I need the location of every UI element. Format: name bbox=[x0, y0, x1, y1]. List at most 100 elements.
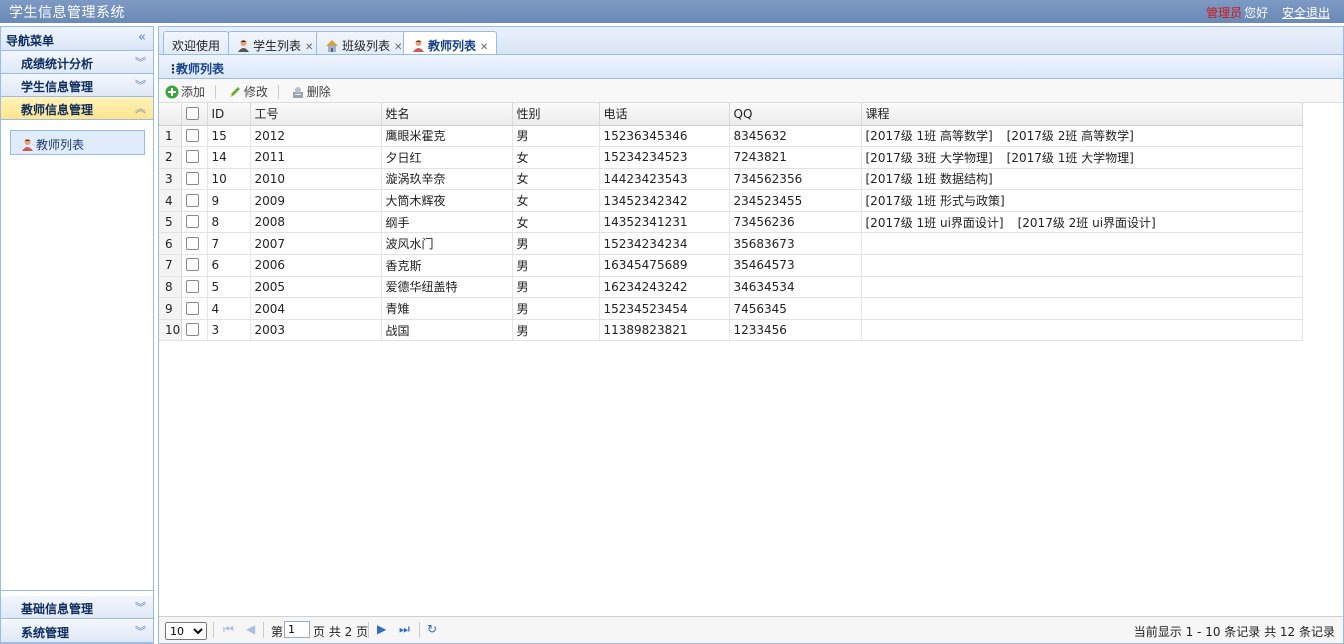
row-checkbox[interactable] bbox=[185, 323, 199, 337]
last-page-icon[interactable]: ⏭ bbox=[399, 622, 410, 637]
prev-page-icon[interactable]: ◀ bbox=[246, 622, 255, 636]
row-checkbox[interactable] bbox=[185, 279, 199, 293]
nav-group-teacher-info[interactable]: 教师信息管理 ︽ bbox=[1, 97, 153, 120]
nav-group-student-info[interactable]: 学生信息管理 ︾ bbox=[1, 74, 153, 97]
cell-name: 爱德华纽盖特 bbox=[381, 276, 513, 299]
select-all-header bbox=[181, 103, 208, 126]
edit-button[interactable]: 修改 bbox=[228, 83, 268, 102]
page-number-input[interactable] bbox=[284, 621, 310, 638]
row-checkbox[interactable] bbox=[185, 258, 199, 272]
tab-label: 教师列表 bbox=[428, 39, 477, 53]
cell-phone: 14423423543 bbox=[599, 168, 730, 191]
chevron-double-down-icon[interactable]: ︾ bbox=[135, 623, 146, 639]
column-header-number[interactable]: 工号 bbox=[250, 103, 382, 126]
chevron-double-down-icon[interactable]: ︾ bbox=[135, 599, 146, 615]
column-header-qq[interactable]: QQ bbox=[729, 103, 862, 126]
nav-group-score-analysis[interactable]: 成绩统计分析 ︾ bbox=[1, 51, 153, 74]
main-area: 欢迎使用 学生列表 ✕ 班级列表 ✕ 教师列表 ✕ ⋮教师列表 添加 修改 删除… bbox=[158, 26, 1344, 644]
chevron-double-up-icon[interactable]: ︽ bbox=[135, 100, 146, 116]
table-row[interactable]: 5 8 2008 纲手女 14352341231 73456236 [2017级 1班 ui… bbox=[159, 211, 1303, 234]
teacher-icon bbox=[412, 39, 425, 55]
add-button[interactable]: 添加 bbox=[165, 83, 205, 102]
cell-name: 青雉 bbox=[381, 297, 513, 320]
tab-class-list[interactable]: 班级列表 ✕ bbox=[316, 31, 412, 55]
app-header: 学生信息管理系统 管理员 您好 安全退出 bbox=[0, 0, 1344, 23]
row-checkbox[interactable] bbox=[185, 171, 199, 185]
tab-welcome[interactable]: 欢迎使用 bbox=[163, 31, 230, 55]
column-header-id[interactable]: ID bbox=[207, 103, 251, 126]
cell-number: 2007 bbox=[250, 232, 382, 256]
cell-sex: 女 bbox=[512, 168, 600, 191]
cell-sex: 男 bbox=[512, 319, 600, 342]
close-icon[interactable]: ✕ bbox=[480, 42, 488, 53]
logout-link[interactable]: 安全退出 bbox=[1282, 6, 1330, 20]
cell-phone: 15234234234 bbox=[599, 232, 730, 256]
nav-group-basic-info[interactable]: 基础信息管理 ︾ bbox=[1, 596, 153, 619]
table-row[interactable]: 6 7 2007 波风水门男 15234234234 35683673 bbox=[159, 232, 1303, 256]
nav-menu: 导航菜单 « 成绩统计分析 ︾ 学生信息管理 ︾ 教师信息管理 ︽ 教师列表 基… bbox=[0, 26, 154, 644]
close-icon[interactable]: ✕ bbox=[305, 42, 313, 53]
column-header-courses[interactable]: 课程 bbox=[861, 103, 1303, 126]
nav-link-label: 教师列表 bbox=[36, 138, 85, 152]
collapse-left-icon[interactable]: « bbox=[138, 30, 146, 45]
row-checkbox[interactable] bbox=[185, 193, 199, 207]
cell-courses: [2017级 1班 数据结构] bbox=[861, 168, 1303, 191]
column-header-phone[interactable]: 电话 bbox=[599, 103, 730, 126]
row-checkbox[interactable] bbox=[185, 215, 199, 229]
table-row[interactable]: 1 15 2012 鹰眼米霍克男 15236345346 8345632 [2017级 1班… bbox=[159, 125, 1303, 148]
pager-separator bbox=[213, 622, 214, 638]
first-page-icon[interactable]: ⏮ bbox=[223, 622, 234, 637]
column-header-name[interactable]: 姓名 bbox=[381, 103, 513, 126]
nav-group-system[interactable]: 系统管理 ︾ bbox=[1, 620, 153, 643]
pagination-bar: 10 ⏮ ◀ 第 页 共 2 页 ▶ ⏭ ↻ 当前显示 1 - 10 条记录 共… bbox=[159, 616, 1343, 643]
nav-link-teacher-list[interactable]: 教师列表 bbox=[10, 130, 145, 155]
cell-id: 6 bbox=[207, 254, 251, 277]
edit-label: 修改 bbox=[243, 85, 268, 99]
tab-teacher-list[interactable]: 教师列表 ✕ bbox=[403, 31, 498, 56]
chevron-double-down-icon[interactable]: ︾ bbox=[135, 77, 146, 93]
cell-id: 9 bbox=[207, 189, 251, 212]
row-select bbox=[181, 211, 208, 234]
cell-id: 14 bbox=[207, 146, 251, 169]
close-icon[interactable]: ✕ bbox=[394, 42, 402, 53]
tab-label: 班级列表 bbox=[342, 39, 391, 53]
table-row[interactable]: 10 3 2003 战国男 11389823821 1233456 bbox=[159, 319, 1303, 342]
page-total-label: 页 共 2 页 bbox=[313, 625, 369, 639]
add-icon bbox=[165, 85, 179, 102]
course-tag: [2017级 1班 高等数学] bbox=[865, 129, 993, 144]
cell-sex: 女 bbox=[512, 211, 600, 234]
table-row[interactable]: 7 6 2006 香克斯男 16345475689 35464573 bbox=[159, 254, 1303, 277]
table-row[interactable]: 9 4 2004 青雉男 15234523454 7456345 bbox=[159, 297, 1303, 320]
cell-sex: 男 bbox=[512, 276, 600, 299]
toolbar-separator bbox=[277, 85, 279, 99]
table-row[interactable]: 8 5 2005 爱德华纽盖特男 16234243242 34634534 bbox=[159, 276, 1303, 299]
cell-courses: [2017级 1班 高等数学] [2017级 2班 高等数学] bbox=[861, 125, 1303, 148]
cell-phone: 16234243242 bbox=[599, 276, 730, 299]
cell-id: 4 bbox=[207, 297, 251, 320]
refresh-icon[interactable]: ↻ bbox=[427, 622, 437, 636]
chevron-double-down-icon[interactable]: ︾ bbox=[135, 54, 146, 70]
course-tag: [2017级 1班 ui界面设计] bbox=[865, 215, 1004, 230]
table-row[interactable]: 4 9 2009 大筒木辉夜女 13452342342 234523455 [2017级 1… bbox=[159, 189, 1303, 212]
cell-courses bbox=[861, 319, 1303, 342]
row-number: 1 bbox=[159, 125, 182, 148]
table-row[interactable]: 2 14 2011 夕日红女 15234234523 7243821 [2017级 3班 大… bbox=[159, 146, 1303, 169]
tab-student-list[interactable]: 学生列表 ✕ bbox=[228, 31, 323, 55]
cell-number: 2005 bbox=[250, 276, 382, 299]
delete-button[interactable]: 删除 bbox=[291, 83, 331, 102]
page-size-select[interactable]: 10 bbox=[165, 622, 207, 640]
row-checkbox[interactable] bbox=[185, 236, 199, 250]
cell-id: 15 bbox=[207, 125, 251, 148]
row-select bbox=[181, 276, 208, 299]
row-checkbox[interactable] bbox=[185, 301, 199, 315]
row-checkbox[interactable] bbox=[185, 150, 199, 164]
menu-dots-icon: ⋮ bbox=[167, 62, 179, 76]
table-row[interactable]: 3 10 2010 漩涡玖辛奈女 14423423543 734562356 [2017级 … bbox=[159, 168, 1303, 191]
next-page-icon[interactable]: ▶ bbox=[377, 622, 386, 636]
select-all-checkbox[interactable] bbox=[185, 106, 199, 120]
cell-id: 3 bbox=[207, 319, 251, 342]
row-checkbox[interactable] bbox=[185, 128, 199, 142]
row-number: 3 bbox=[159, 168, 182, 191]
cell-number: 2010 bbox=[250, 168, 382, 191]
column-header-sex[interactable]: 性别 bbox=[512, 103, 600, 126]
